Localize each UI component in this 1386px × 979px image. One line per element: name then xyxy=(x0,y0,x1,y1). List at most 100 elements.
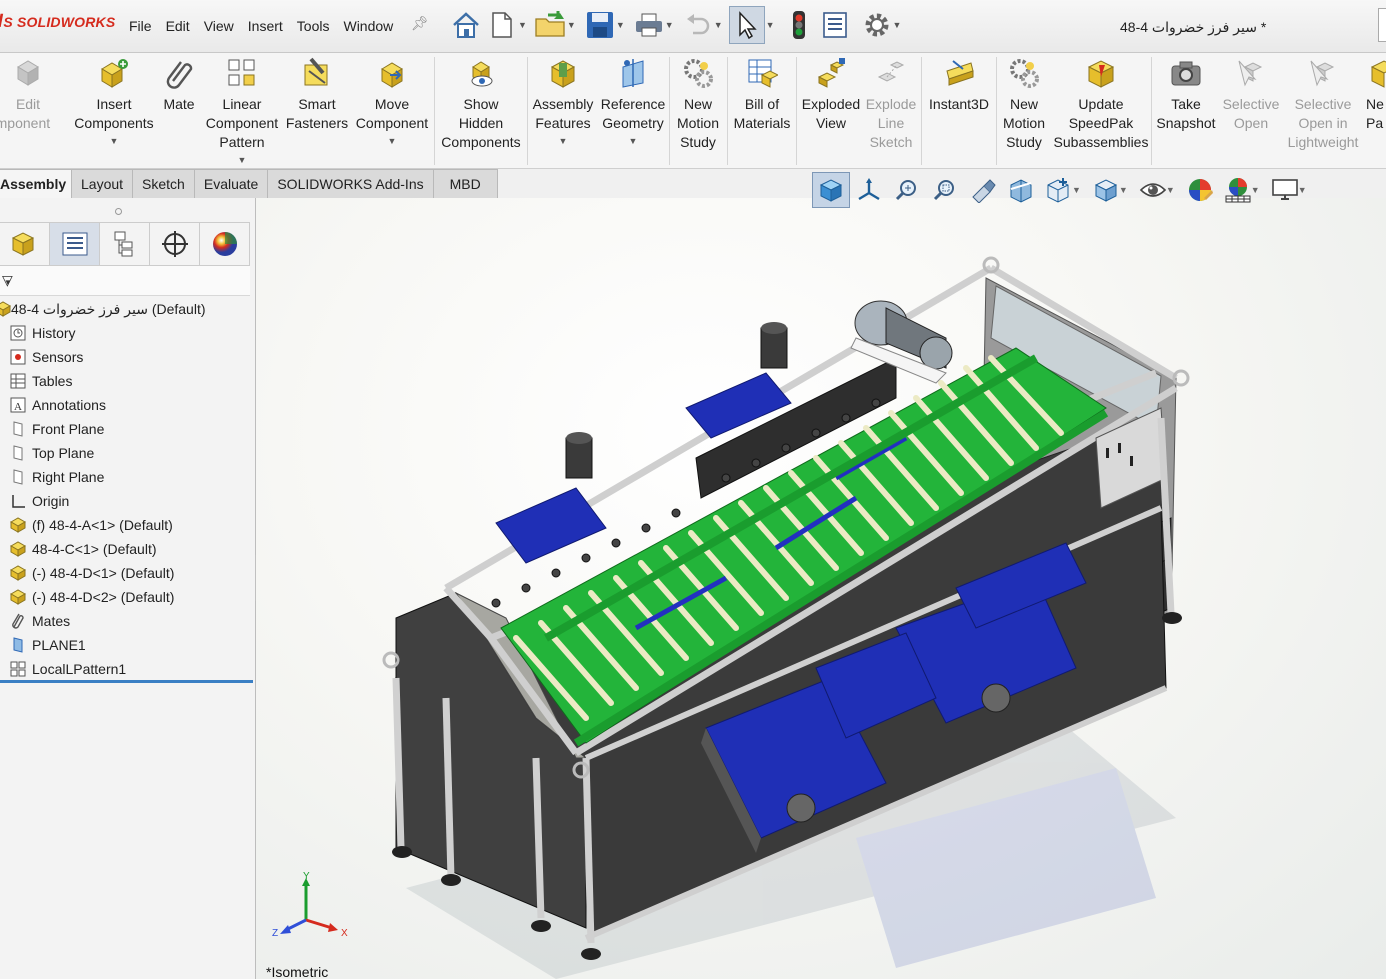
panel-grip-handle[interactable] xyxy=(115,208,122,215)
tree-root-assembly[interactable]: سیر فرز خضروات 4-48 (Default) xyxy=(0,298,206,320)
edit-appearance-button[interactable] xyxy=(1181,172,1219,208)
machine-model-3d[interactable] xyxy=(256,198,1386,979)
menu-window[interactable]: Window xyxy=(336,18,400,34)
tree-item-locallpattern1[interactable]: LocalLPattern1 xyxy=(9,658,126,680)
scene-dropdown-chevron-icon[interactable]: ▼ xyxy=(1251,185,1260,195)
property-manager-tab[interactable] xyxy=(50,223,100,265)
new-part-button[interactable]: Ne Pa xyxy=(1366,57,1386,133)
bill-of-materials-button[interactable]: Bill of Materials xyxy=(732,57,792,133)
filter-funnel-icon[interactable]: ▽ ▼ xyxy=(2,272,13,289)
smart-fasteners-button[interactable]: Smart Fasteners xyxy=(286,57,348,133)
assembly-features-chevron-down-icon[interactable]: ▼ xyxy=(559,135,568,147)
insert-components-button[interactable]: Insert Components ▼ xyxy=(74,57,154,147)
previous-view-button[interactable] xyxy=(964,172,1002,208)
tab-layout[interactable]: Layout xyxy=(72,169,134,199)
tree-item-front-plane[interactable]: Front Plane xyxy=(9,418,104,440)
select-button[interactable] xyxy=(728,6,765,44)
tree-item-48-4-d1[interactable]: (-) 48-4-D<1> (Default) xyxy=(9,562,174,584)
menu-view[interactable]: View xyxy=(197,18,241,34)
tree-item-mates[interactable]: Mates xyxy=(9,610,70,632)
view-settings-dropdown-chevron-icon[interactable]: ▼ xyxy=(1298,185,1307,195)
selective-open-lightweight-button[interactable]: Selective Open in Lightweight xyxy=(1286,57,1360,152)
tree-item-tables[interactable]: Tables xyxy=(9,370,72,392)
print-button[interactable] xyxy=(631,6,667,44)
display-manager-tab[interactable] xyxy=(200,223,250,265)
take-snapshot-button[interactable]: Take Snapshot xyxy=(1154,57,1218,133)
reference-geometry-button[interactable]: Reference Geometry ▼ xyxy=(600,57,666,147)
view-cube-button[interactable] xyxy=(812,172,850,208)
tree-item-48-4-c[interactable]: 48-4-C<1> (Default) xyxy=(9,538,157,560)
edit-component-button[interactable]: Edit omponent xyxy=(0,57,54,133)
select-dropdown-chevron-icon[interactable]: ▼ xyxy=(766,20,775,30)
tree-item-48-4-a[interactable]: (f) 48-4-A<1> (Default) xyxy=(9,514,173,536)
tree-item-label: Top Plane xyxy=(32,445,95,461)
menu-file[interactable]: File xyxy=(122,18,159,34)
tree-item-sensors[interactable]: Sensors xyxy=(9,346,83,368)
tree-item-label: PLANE1 xyxy=(32,637,86,653)
assembly-features-button[interactable]: Assembly Features ▼ xyxy=(532,57,594,147)
new-motion-study-button[interactable]: New Motion Study xyxy=(672,57,724,152)
open-button[interactable] xyxy=(533,6,569,44)
tab-evaluate[interactable]: Evaluate xyxy=(194,169,269,199)
menu-edit[interactable]: Edit xyxy=(159,18,197,34)
insert-components-chevron-down-icon[interactable]: ▼ xyxy=(110,135,119,147)
zoom-to-fit-button[interactable] xyxy=(888,172,926,208)
new-motion-study-2-button[interactable]: New Motion Study xyxy=(998,57,1050,152)
zoom-to-area-button[interactable] xyxy=(926,172,964,208)
rebuild-button[interactable] xyxy=(781,6,817,44)
tab-solidworks-add-ins[interactable]: SOLIDWORKS Add-Ins xyxy=(268,169,434,199)
show-hidden-components-button[interactable]: Show Hidden Components xyxy=(440,57,522,152)
new-document-button[interactable] xyxy=(484,6,520,44)
tab-assembly[interactable]: Assembly xyxy=(0,169,72,199)
explode-line-sketch-icon xyxy=(877,61,905,82)
view-selector-icon xyxy=(1047,178,1069,203)
undo-button[interactable] xyxy=(680,6,716,44)
linear-component-pattern-button[interactable]: Linear Component Pattern ▼ xyxy=(204,57,280,166)
tree-root-label: سیر فرز خضروات 4-48 (Default) xyxy=(11,300,206,317)
tree-item-right-plane[interactable]: Right Plane xyxy=(9,466,104,488)
assembly-features-icon xyxy=(550,60,576,88)
rollback-bar[interactable] xyxy=(0,680,253,683)
move-component-button[interactable]: Move Component ▼ xyxy=(354,57,430,147)
tree-item-top-plane[interactable]: Top Plane xyxy=(9,442,94,464)
graphics-area[interactable]: Y X Z *Isometric xyxy=(256,198,1386,979)
hide-show-dropdown-chevron-icon[interactable]: ▼ xyxy=(1166,185,1175,195)
search-input[interactable] xyxy=(1378,8,1386,42)
home-button[interactable] xyxy=(448,6,484,44)
save-button[interactable] xyxy=(582,6,618,44)
tree-item-plane1[interactable]: PLANE1 xyxy=(9,634,86,656)
view-selector-dropdown-chevron-icon[interactable]: ▼ xyxy=(1072,185,1081,195)
tree-filter-bar[interactable]: ▽ ▼ xyxy=(0,266,250,296)
solidworks-logo[interactable]: ꟾSSOLIDWORKS xyxy=(0,14,115,31)
tree-item-history[interactable]: History xyxy=(9,322,76,344)
reference-geometry-label: Reference xyxy=(600,96,666,112)
tab-mbd[interactable]: MBD xyxy=(433,169,498,199)
instant3d-button[interactable]: Instant3D xyxy=(926,57,992,114)
tree-item-annotations[interactable]: A Annotations xyxy=(9,394,106,416)
section-view-button[interactable] xyxy=(1002,172,1040,208)
selective-open-button[interactable]: Selective Open xyxy=(1220,57,1282,133)
explode-line-sketch-button[interactable]: Explode Line Sketch xyxy=(864,57,918,152)
update-speedpak-button[interactable]: Update SpeedPak Subassemblies xyxy=(1054,57,1148,152)
dimxpert-tab[interactable] xyxy=(150,223,200,265)
menu-tools[interactable]: Tools xyxy=(290,18,337,34)
feature-tree-tab[interactable] xyxy=(0,223,50,265)
options-button[interactable] xyxy=(859,6,895,44)
ribbon-divider xyxy=(669,57,670,165)
move-component-chevron-down-icon[interactable]: ▼ xyxy=(388,135,397,147)
tree-item-48-4-d2[interactable]: (-) 48-4-D<2> (Default) xyxy=(9,586,174,608)
tab-sketch[interactable]: Sketch xyxy=(133,169,195,199)
mate-button[interactable]: Mate xyxy=(160,57,198,114)
exploded-view-button[interactable]: Exploded View xyxy=(800,57,862,133)
reference-geometry-chevron-down-icon[interactable]: ▼ xyxy=(629,135,638,147)
menu-insert[interactable]: Insert xyxy=(241,18,290,34)
configuration-manager-tab[interactable] xyxy=(100,223,150,265)
pin-icon[interactable]: 📌︎ xyxy=(411,15,429,32)
linear-pattern-chevron-down-icon[interactable]: ▼ xyxy=(238,154,247,166)
display-style-dropdown-chevron-icon[interactable]: ▼ xyxy=(1119,185,1128,195)
tree-item-origin[interactable]: Origin xyxy=(9,490,69,512)
view-orientation-button[interactable] xyxy=(850,172,888,208)
quick-access-toolbar: ▼ ▼ ▼ ▼ ▼ ▼ ▼ xyxy=(448,6,907,44)
view-cube-icon xyxy=(819,179,843,202)
file-properties-button[interactable] xyxy=(817,6,853,44)
